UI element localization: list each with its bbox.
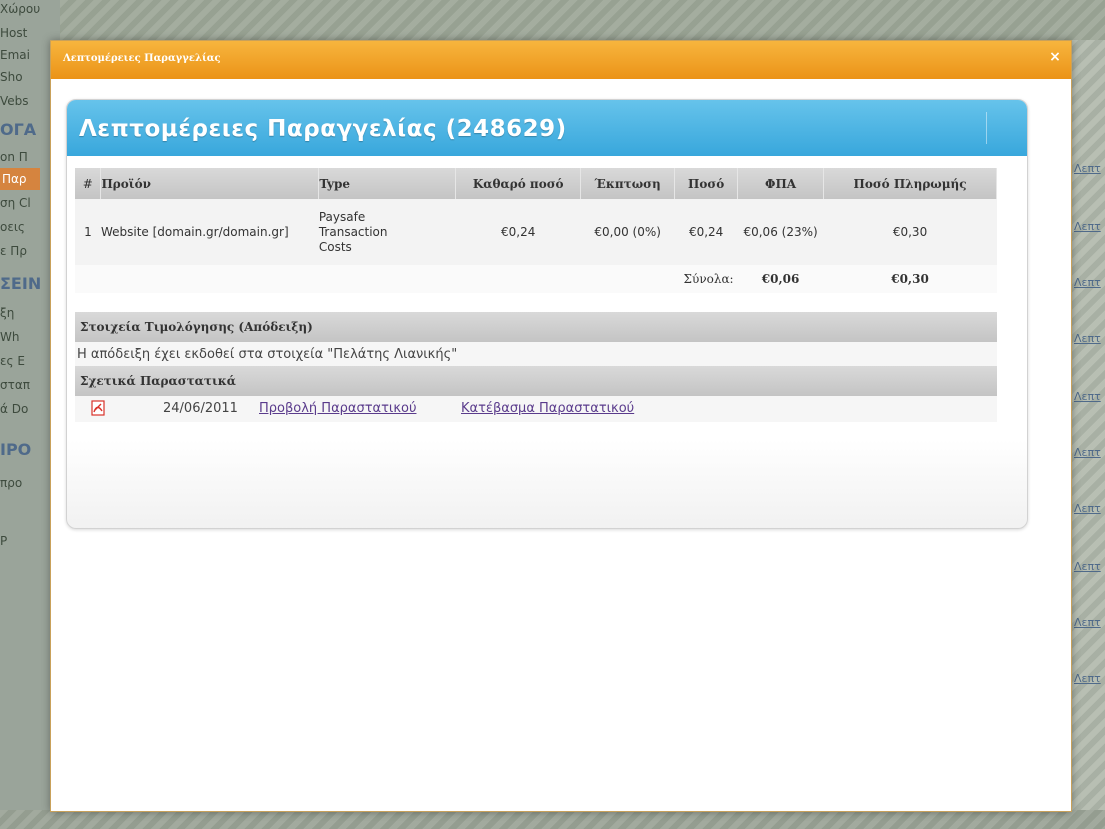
row-amount: €0,24 <box>674 199 738 265</box>
document-date: 24/06/2011 <box>163 401 238 416</box>
background-link: Λεπτ <box>1074 332 1101 345</box>
background-link: Λεπτ <box>1074 616 1101 629</box>
column-header-number: # <box>75 168 102 199</box>
totals-payment: €0,30 <box>823 265 997 293</box>
column-header-payment-amount: Ποσό Πληρωμής <box>823 168 997 199</box>
background-link: Λεπτ <box>1074 446 1101 459</box>
row-payment-amount: €0,30 <box>823 199 997 265</box>
column-header-vat: ΦΠΑ <box>737 168 825 199</box>
document-row: 24/06/2011 Προβολή Παραστατικού Κατέβασμ… <box>75 396 997 422</box>
background-active-item: Παρ <box>0 168 40 190</box>
panel-header: Λεπτομέρειες Παραγγελίας (248629) <box>67 100 1027 156</box>
modal-titlebar: Λεπτομέρειες Παραγγελίας × <box>51 41 1071 79</box>
row-type-line: Transaction <box>318 224 388 239</box>
row-type-line: Paysafe <box>318 209 366 224</box>
background-text: Χώρου <box>0 2 41 16</box>
background-link: Λεπτ <box>1074 162 1101 175</box>
close-icon[interactable]: × <box>1047 49 1063 65</box>
background-link: Λεπτ <box>1074 672 1101 685</box>
download-document-link[interactable]: Κατέβασμα Παραστατικού <box>461 401 634 416</box>
background-link: Λεπτ <box>1074 560 1101 573</box>
modal-title: Λεπτομέρειες Παραγγελίας <box>63 53 221 64</box>
totals-label: Σύνολα: <box>674 265 738 293</box>
background-right-column: Λεπτ Λεπτ Λεπτ Λεπτ Λεπτ Λεπτ Λεπτ Λεπτ … <box>1070 40 1105 829</box>
totals-row: Σύνολα: €0,06 €0,30 <box>75 265 997 293</box>
background-link: Λεπτ <box>1074 220 1101 233</box>
documents-section-header: Σχετικά Παραστατικά <box>75 366 997 396</box>
background-link: Λεπτ <box>1074 276 1101 289</box>
column-header-type: Type <box>318 168 457 199</box>
totals-vat: €0,06 <box>737 265 824 293</box>
column-header-product: Προϊόν <box>100 168 320 199</box>
table-row: 1 Website [domain.gr/domain.gr] Paysafe … <box>75 199 997 265</box>
billing-section-title: Στοιχεία Τιμολόγησης (Απόδειξη) <box>80 320 313 334</box>
order-details-panel: Λεπτομέρειες Παραγγελίας (248629) # Προϊ… <box>66 99 1028 529</box>
background-header <box>60 0 1105 40</box>
billing-info-text: Η απόδειξη έχει εκδοθεί στα στοιχεία "Πε… <box>75 342 997 368</box>
background-link: Λεπτ <box>1074 502 1101 515</box>
order-items-table: # Προϊόν Type Καθαρό ποσό Έκπτωση Ποσό Φ… <box>75 168 997 293</box>
page-title: Λεπτομέρειες Παραγγελίας (248629) <box>79 116 567 142</box>
documents-section-title: Σχετικά Παραστατικά <box>80 374 237 388</box>
column-header-amount: Ποσό <box>674 168 739 199</box>
table-header-row: # Προϊόν Type Καθαρό ποσό Έκπτωση Ποσό Φ… <box>75 168 997 199</box>
row-net-amount: €0,24 <box>455 199 581 265</box>
row-type-line: Costs <box>318 239 352 254</box>
row-vat: €0,06 (23%) <box>737 199 824 265</box>
pdf-icon <box>91 400 105 416</box>
row-product: Website [domain.gr/domain.gr] <box>100 199 319 265</box>
row-number: 1 <box>75 199 101 265</box>
background-link: Λεπτ <box>1074 390 1101 403</box>
column-header-discount: Έκπτωση <box>580 168 676 199</box>
order-details-modal: Λεπτομέρειες Παραγγελίας × Λεπτομέρειες … <box>50 40 1072 812</box>
header-divider <box>986 112 987 144</box>
column-header-net-amount: Καθαρό ποσό <box>455 168 582 199</box>
background-text: Host <box>0 26 28 40</box>
row-discount: €0,00 (0%) <box>580 199 675 265</box>
row-type: Paysafe Transaction Costs <box>318 199 456 265</box>
view-document-link[interactable]: Προβολή Παραστατικού <box>259 401 416 416</box>
billing-section-header: Στοιχεία Τιμολόγησης (Απόδειξη) <box>75 312 997 342</box>
background-footer <box>0 810 1105 829</box>
